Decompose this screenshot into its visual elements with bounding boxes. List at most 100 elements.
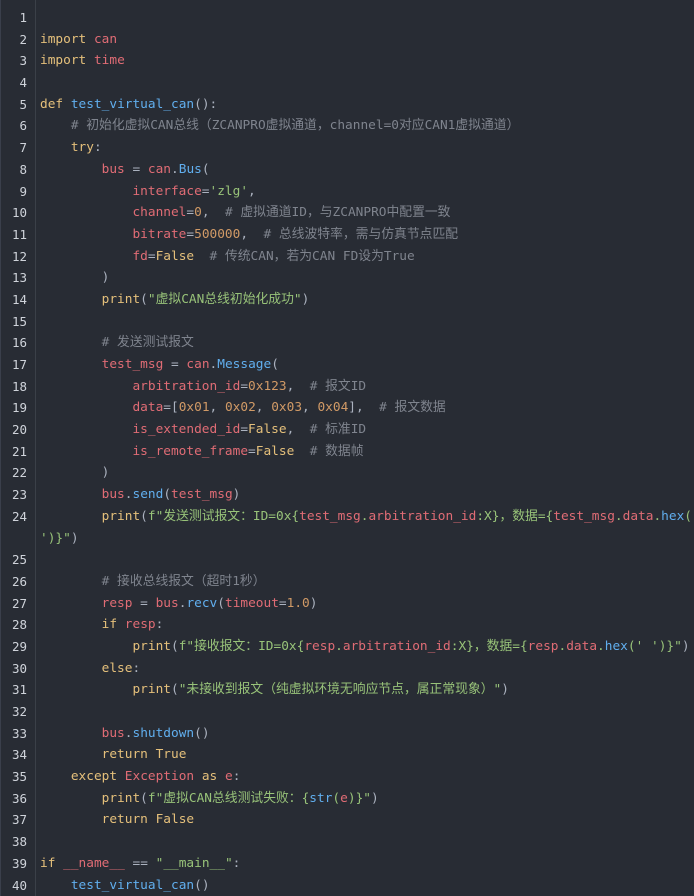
code-line: 22 ) — [1, 462, 694, 484]
code-line: 32 — [1, 701, 694, 723]
line-number: 14 — [11, 291, 27, 307]
code-token: test_virtual_can — [70, 96, 195, 112]
code-token: print — [101, 508, 141, 524]
code-token: :X}，数据={ — [476, 508, 554, 524]
line-number: 1 — [19, 10, 27, 25]
code-token: = — [132, 595, 156, 611]
code-token: ) — [40, 270, 110, 286]
code-token: : — [93, 140, 102, 156]
code-token: 0x03 — [271, 400, 303, 416]
code-token: 0x02 — [224, 400, 256, 416]
code-line: 28 if resp: — [1, 614, 694, 636]
code-token: test_msg — [553, 508, 615, 524]
line-text: return False — [40, 809, 194, 831]
line-number: 6 — [19, 118, 27, 134]
line-text: bitrate=500000, # 总线波特率，需与仿真节点匹配 — [40, 224, 458, 246]
line-number: 36 — [11, 790, 27, 806]
code-token: 'zlg' — [209, 183, 249, 199]
line-number: 39 — [11, 855, 27, 871]
code-token: # 发送测试报文 — [101, 335, 194, 351]
code-token: print — [101, 790, 141, 806]
code-line: 25 — [1, 549, 694, 571]
code-line: 2 import can — [1, 29, 694, 51]
code-token: . — [335, 638, 343, 654]
code-token: , — [286, 422, 310, 438]
code-token: arbitration_id — [342, 638, 451, 654]
code-token: resp — [124, 617, 156, 633]
line-text: return True — [40, 744, 187, 766]
line-number: 33 — [11, 725, 27, 741]
code-token: interface — [132, 183, 202, 199]
code-line: 27 resp = bus.recv(timeout=1.0) — [1, 593, 694, 615]
code-token: test_msg — [101, 357, 164, 372]
code-token: == — [124, 855, 156, 871]
code-line: 38 — [1, 831, 694, 853]
line-number: 13 — [11, 270, 27, 286]
code-line: 1 — [1, 7, 694, 29]
code-token: return — [101, 812, 148, 828]
code-area[interactable]: 1 2 import can 3 import time 4 5 def test_virtu… — [1, 7, 694, 896]
code-token: : — [155, 617, 164, 633]
code-token: import — [40, 53, 87, 69]
code-line: 39 if __name__ == "__main__": — [1, 853, 694, 875]
code-token: arbitration_id — [368, 508, 477, 524]
line-number: 15 — [11, 313, 27, 329]
code-token: ) — [681, 638, 690, 654]
line-text: try: — [40, 137, 102, 159]
code-token: # 数据帧 — [309, 443, 364, 459]
code-line: 8 bus = can.Bus( — [1, 159, 694, 181]
code-line: 40 test_virtual_can() — [1, 875, 694, 896]
code-token: e — [340, 790, 348, 806]
code-token: , — [302, 400, 318, 416]
line-text: ')}") — [40, 528, 79, 550]
code-line: 14 print("虚拟CAN总线初始化成功") — [1, 289, 694, 311]
line-text: print("未接收到报文（纯虚拟环境无响应节点，属正常现象）") — [40, 679, 509, 701]
line-number: 35 — [11, 769, 27, 785]
code-line: 26 # 接收总线报文（超时1秒） — [1, 571, 694, 593]
code-token: timeout — [224, 595, 279, 611]
line-number: 29 — [11, 638, 27, 654]
code-token: = — [240, 422, 249, 438]
line-number: 25 — [11, 552, 27, 568]
code-token: bus — [101, 161, 125, 177]
code-line: 18 arbitration_id=0x123, # 报文ID — [1, 376, 694, 398]
line-text: ) — [40, 267, 110, 289]
code-token: ( — [271, 357, 279, 372]
code-token: bus — [101, 725, 125, 741]
code-line: 35 except Exception as e: — [1, 766, 694, 788]
code-token: print — [132, 682, 171, 698]
code-token: : — [132, 660, 141, 676]
code-token: try — [70, 140, 94, 156]
code-token: data — [566, 638, 598, 654]
line-number: 12 — [11, 248, 27, 264]
line-number: 31 — [11, 682, 27, 698]
code-line: 23 bus.send(test_msg) — [1, 484, 694, 506]
code-token: # 初始化虚拟CAN总线（ZCANPRO虚拟通道，channel=0对应CAN1… — [70, 118, 520, 134]
code-token: recv — [186, 595, 218, 611]
code-token: Message — [217, 357, 272, 372]
code-line: 31 print("未接收到报文（纯虚拟环境无响应节点，属正常现象）") — [1, 679, 694, 701]
code-token: ( — [140, 291, 148, 307]
code-token: can — [93, 31, 118, 47]
code-token: shutdown — [132, 725, 195, 741]
code-token: # 接收总线报文（超时1秒） — [101, 573, 266, 589]
line-text: fd=False # 传统CAN，若为CAN FD设为True — [40, 246, 414, 268]
code-editor[interactable]: 1 2 import can 3 import time 4 5 def test_virtu… — [0, 0, 694, 896]
code-token: (): — [194, 96, 218, 112]
code-line: 36 print(f"虚拟CAN总线测试失败：{str(e)}") — [1, 788, 694, 810]
code-token: "虚拟CAN总线初始化成功" — [147, 291, 302, 307]
code-token: ], — [348, 400, 380, 416]
code-token: = — [278, 595, 287, 611]
line-number: 34 — [11, 747, 27, 763]
